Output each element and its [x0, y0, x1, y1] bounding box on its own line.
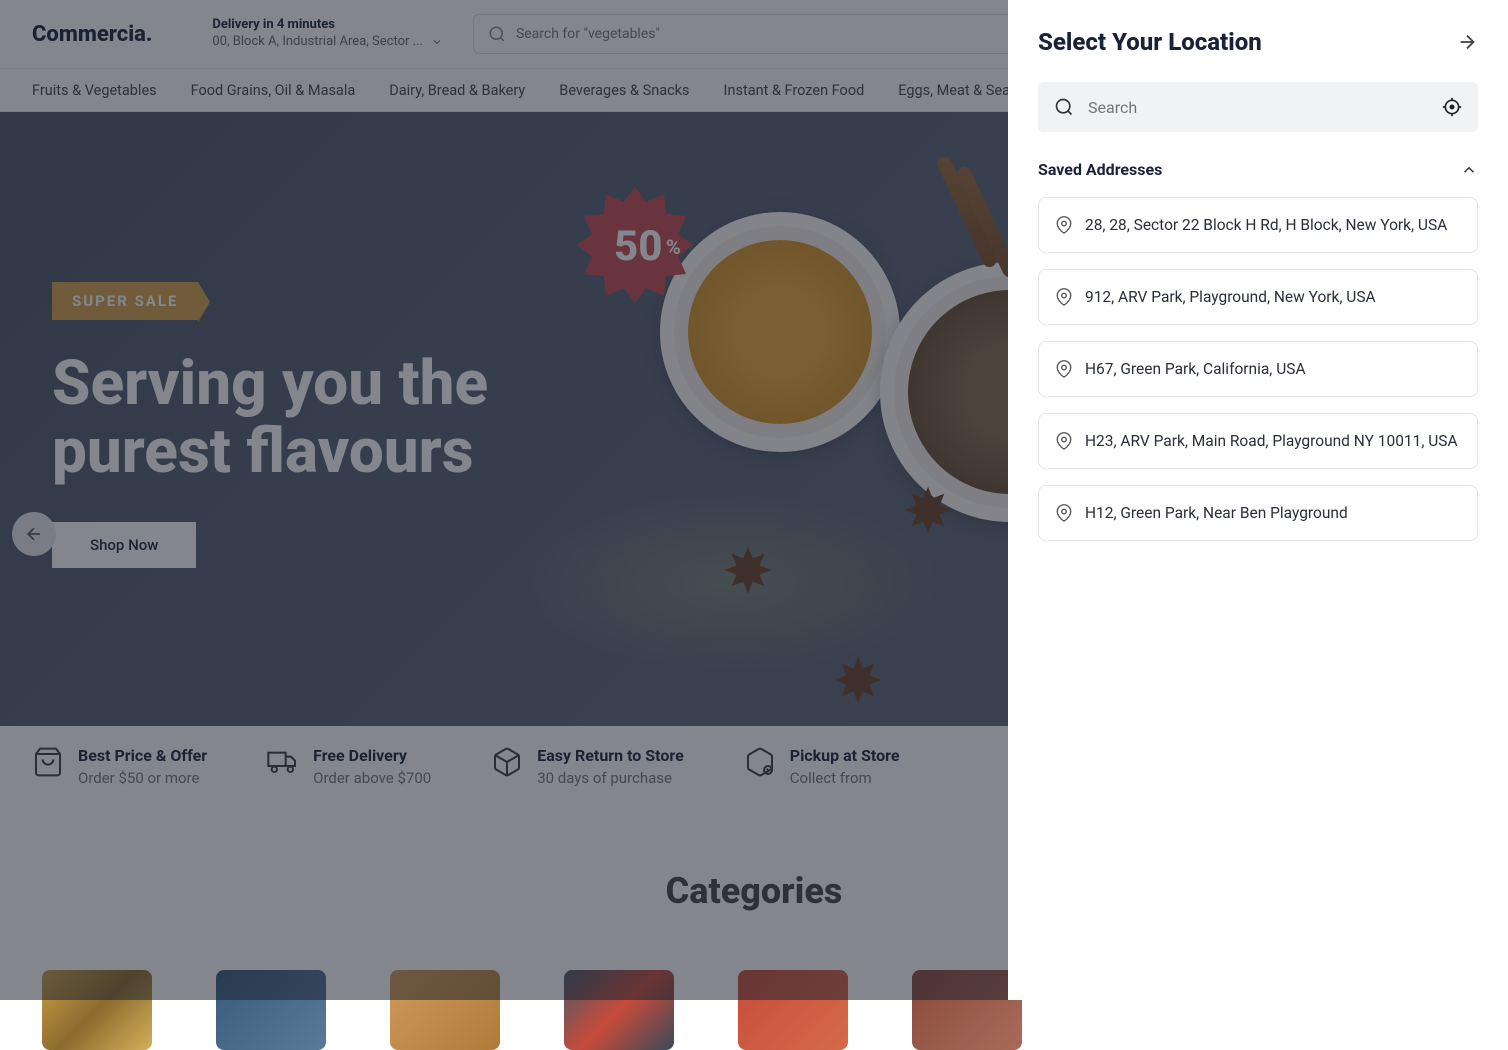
- chevron-up-icon: [1460, 161, 1478, 179]
- close-arrow-icon[interactable]: [1456, 31, 1478, 53]
- address-item[interactable]: H67, Green Park, California, USA: [1038, 341, 1478, 397]
- search-icon: [1054, 97, 1074, 117]
- address-item[interactable]: H12, Green Park, Near Ben Playground: [1038, 485, 1478, 541]
- address-item[interactable]: 28, 28, Sector 22 Block H Rd, H Block, N…: [1038, 197, 1478, 253]
- address-item[interactable]: H23, ARV Park, Main Road, Playground NY …: [1038, 413, 1478, 469]
- address-item[interactable]: 912, ARV Park, Playground, New York, USA: [1038, 269, 1478, 325]
- address-text: 28, 28, Sector 22 Block H Rd, H Block, N…: [1085, 216, 1447, 234]
- pin-icon: [1055, 360, 1073, 378]
- panel-title: Select Your Location: [1038, 28, 1262, 56]
- gps-icon[interactable]: [1442, 97, 1462, 117]
- location-panel: Select Your Location Saved Addresses 28,…: [1008, 0, 1508, 1000]
- panel-header: Select Your Location: [1038, 28, 1478, 56]
- location-search-input[interactable]: [1088, 98, 1428, 117]
- pin-icon: [1055, 432, 1073, 450]
- saved-addresses-toggle[interactable]: Saved Addresses: [1038, 160, 1478, 179]
- address-text: 912, ARV Park, Playground, New York, USA: [1085, 288, 1376, 306]
- pin-icon: [1055, 216, 1073, 234]
- address-text: H12, Green Park, Near Ben Playground: [1085, 504, 1348, 522]
- address-list: 28, 28, Sector 22 Block H Rd, H Block, N…: [1038, 197, 1478, 541]
- address-text: H23, ARV Park, Main Road, Playground NY …: [1085, 432, 1458, 450]
- location-search[interactable]: [1038, 82, 1478, 132]
- pin-icon: [1055, 504, 1073, 522]
- pin-icon: [1055, 288, 1073, 306]
- address-text: H67, Green Park, California, USA: [1085, 360, 1306, 378]
- saved-addresses-label: Saved Addresses: [1038, 160, 1162, 179]
